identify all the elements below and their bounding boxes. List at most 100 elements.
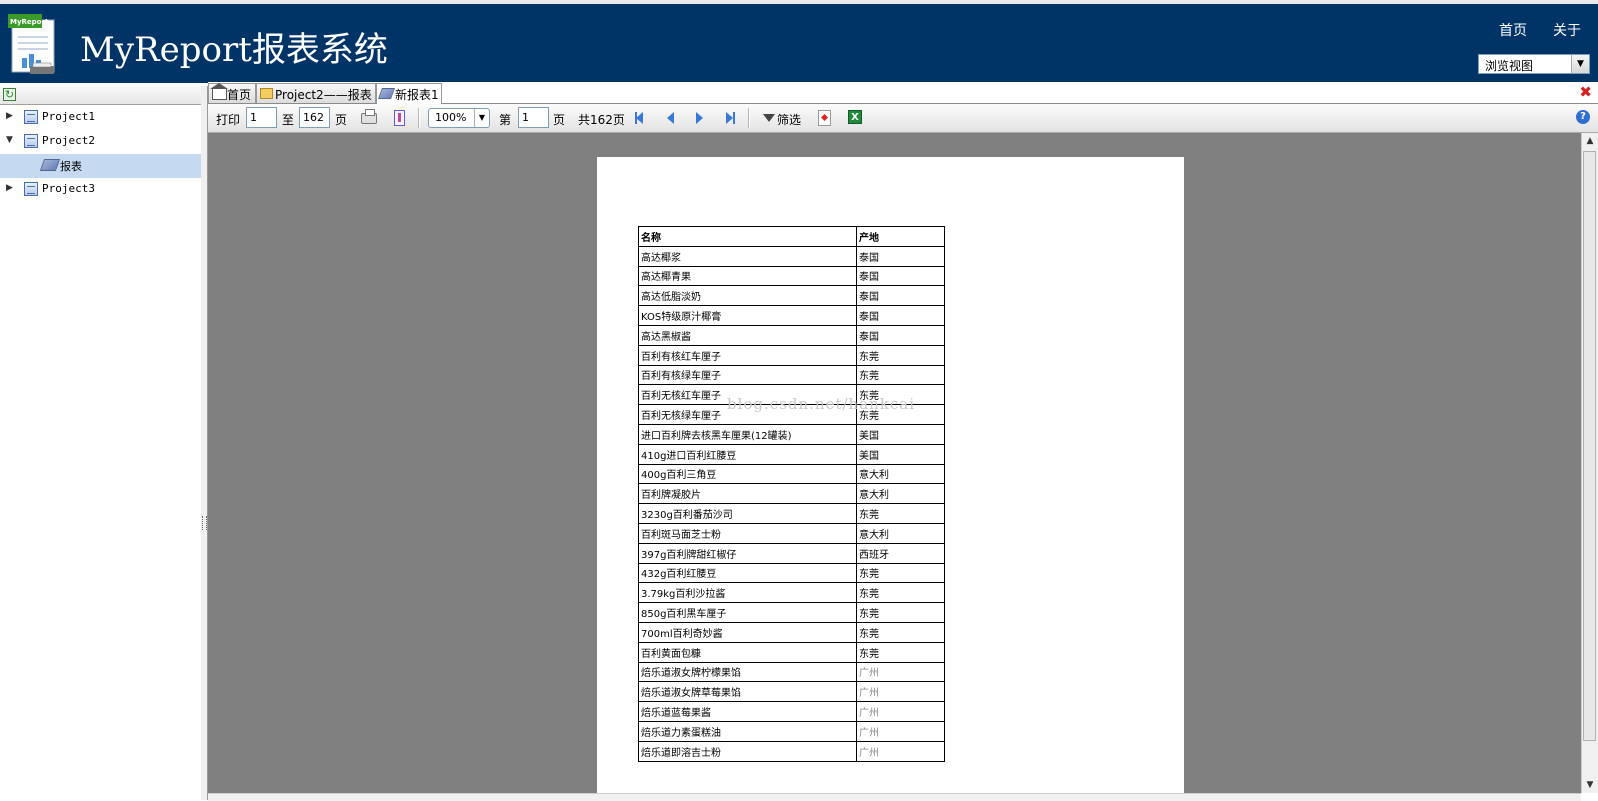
cell-origin: 美国	[856, 443, 945, 465]
cell-origin: 泰国	[856, 305, 945, 326]
project-tree-panel: ↻ ▶ Project1 ▼ Project2 报表 ▶ Project3	[0, 86, 202, 800]
tab-label: 新报表1	[395, 88, 439, 102]
cell-name: 进口百利牌去核黑车厘果(12罐装)	[638, 423, 857, 445]
toolbar-separator	[748, 108, 750, 128]
table-row: 410g进口百利红腰豆 美国	[638, 443, 945, 465]
cell-name: 高达低脂淡奶	[638, 285, 857, 307]
cell-origin: 泰国	[856, 245, 945, 267]
refresh-icon[interactable]: ↻	[3, 88, 16, 101]
filter-icon[interactable]	[763, 114, 775, 122]
cell-name: KOS特级原汁椰膏	[638, 305, 857, 326]
panel-splitter[interactable]	[201, 86, 208, 800]
cell-origin: 广州	[856, 720, 945, 742]
print-to-input[interactable]: 162	[299, 107, 330, 128]
last-page-icon[interactable]	[726, 112, 733, 124]
cell-name: 高达黑椒酱	[638, 324, 857, 346]
printer-icon[interactable]	[361, 109, 377, 124]
close-icon[interactable]: ✖	[1579, 83, 1592, 101]
tree-item-project3[interactable]: ▶ Project3	[0, 178, 201, 202]
scroll-thumb[interactable]	[1583, 151, 1596, 741]
nav-about-link[interactable]: 关于	[1553, 20, 1581, 40]
cell-origin: 泰国	[856, 285, 945, 307]
tree-item-project1[interactable]: ▶ Project1	[0, 106, 201, 130]
cell-name: 焙乐道蓝莓果酱	[638, 701, 857, 722]
current-page-input[interactable]: 1	[518, 107, 549, 128]
print-preview-icon[interactable]	[394, 110, 405, 126]
help-icon[interactable]: ?	[1576, 110, 1590, 124]
table-row: 焙乐道力素蛋糕油 广州	[638, 720, 945, 742]
cell-name: 3.79kg百利沙拉酱	[638, 582, 857, 604]
print-from-input[interactable]: 1	[246, 107, 277, 128]
tab-label: Project2——报表	[275, 88, 372, 102]
export-pdf-icon[interactable]	[818, 110, 831, 126]
column-header-name: 名称	[638, 226, 857, 247]
cell-name: 410g进口百利红腰豆	[638, 443, 857, 465]
cell-name: 400g百利三角豆	[638, 463, 857, 485]
cell-name: 高达椰浆	[638, 245, 857, 267]
cell-name: 3230g百利番茄沙司	[638, 503, 857, 524]
table-row: 高达低脂淡奶 泰国	[638, 285, 945, 307]
filter-button-label[interactable]: 筛选	[777, 111, 801, 128]
chevron-down-icon: ▼	[1571, 55, 1589, 73]
table-row: 3.79kg百利沙拉酱 东莞	[638, 582, 945, 604]
chevron-down-icon: ▼	[474, 109, 489, 127]
report-toolbar: 打印 1 至 162 页 100% ▼ 第 1 页 共162页 筛选 X ?	[208, 104, 1598, 133]
tree-item-project2[interactable]: ▼ Project2	[0, 130, 201, 154]
table-row: 400g百利三角豆 意大利	[638, 463, 945, 485]
app-title: MyReport报表系统	[80, 30, 388, 70]
table-row: 432g百利红腰豆 东莞	[638, 562, 945, 584]
scroll-down-icon[interactable]: ▼	[1582, 777, 1598, 793]
prev-page-icon[interactable]	[667, 112, 674, 124]
vertical-scrollbar[interactable]: ▲ ▼	[1581, 133, 1598, 793]
next-page-icon[interactable]	[696, 112, 703, 124]
svg-text:MyReport: MyReport	[10, 18, 49, 26]
tree-item-label: Project1	[42, 110, 95, 123]
cell-name: 百利无核红车厘子	[638, 384, 857, 406]
nav-home-link[interactable]: 首页	[1499, 20, 1527, 40]
tab-home[interactable]: 首页	[208, 83, 256, 103]
collapse-arrow-icon[interactable]: ▼	[6, 135, 13, 145]
table-row: 焙乐道淑女牌草莓果馅 广州	[638, 681, 945, 703]
cell-origin: 东莞	[856, 562, 945, 584]
expand-arrow-icon[interactable]: ▶	[6, 183, 13, 193]
column-header-origin: 产地	[856, 226, 945, 247]
cell-name: 百利有核红车厘子	[638, 344, 857, 366]
toolbar-separator	[418, 108, 420, 128]
table-row: 高达黑椒酱 泰国	[638, 324, 945, 346]
expand-arrow-icon[interactable]: ▶	[6, 111, 13, 121]
page-unit-label: 页	[335, 113, 348, 127]
tree-item-label: Project3	[42, 182, 95, 195]
tab-project2-report[interactable]: Project2——报表	[256, 83, 376, 103]
cell-name: 焙乐道淑女牌柠檬果馅	[638, 661, 857, 683]
tree-item-report[interactable]: 报表	[0, 154, 201, 178]
cell-origin: 意大利	[856, 522, 945, 544]
cell-origin: 美国	[856, 423, 945, 445]
cell-origin: 东莞	[856, 621, 945, 643]
first-page-icon[interactable]	[636, 112, 643, 124]
app-header: MyReport MyReport报表系统 首页 关于 浏览视图 ▼	[0, 4, 1598, 83]
table-row: 850g百利黑车厘子 东莞	[638, 602, 945, 623]
splitter-grip[interactable]	[202, 516, 207, 530]
cell-origin: 泰国	[856, 265, 945, 287]
table-row: 700ml百利奇妙酱 东莞	[638, 621, 945, 643]
cell-origin: 东莞	[856, 503, 945, 524]
zoom-select[interactable]: 100% ▼	[428, 108, 490, 128]
cell-name: 高达椰青果	[638, 265, 857, 287]
total-pages-label: 共162页	[578, 113, 625, 127]
cell-name: 百利牌凝胶片	[638, 483, 857, 505]
cell-name: 百利斑马面芝士粉	[638, 522, 857, 544]
tab-new-report[interactable]: 新报表1	[376, 83, 442, 104]
table-row: 高达椰浆 泰国	[638, 245, 945, 267]
export-excel-icon[interactable]: X	[848, 110, 862, 124]
cell-name: 850g百利黑车厘子	[638, 602, 857, 623]
cell-origin: 泰国	[856, 324, 945, 346]
project-icon	[24, 134, 38, 148]
report-icon	[377, 88, 396, 99]
tree-item-label: 报表	[60, 160, 82, 173]
page-prefix-label: 第	[499, 113, 512, 127]
cell-name: 百利有核绿车厘子	[638, 364, 857, 386]
scroll-up-icon[interactable]: ▲	[1582, 133, 1598, 149]
view-mode-select[interactable]: 浏览视图 ▼	[1478, 54, 1590, 74]
last-page-bar	[733, 112, 735, 124]
cell-origin: 东莞	[856, 602, 945, 623]
